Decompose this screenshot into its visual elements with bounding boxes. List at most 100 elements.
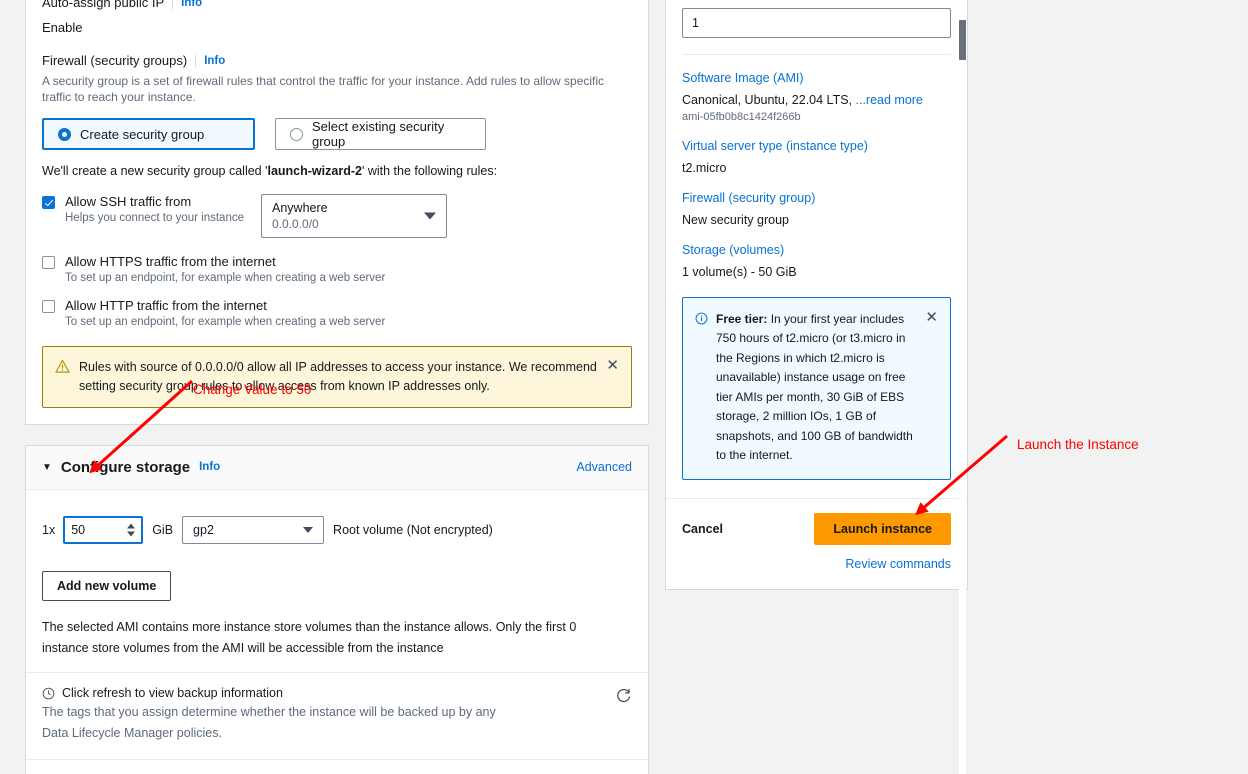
rule-allow-ssh: Allow SSH traffic from Helps you connect… — [42, 194, 632, 239]
refresh-icon[interactable] — [615, 688, 632, 705]
storage-summary-field: Storage (volumes) 1 volume(s) - 50 GiB — [682, 243, 951, 279]
checkbox-allow-ssh[interactable] — [42, 196, 55, 210]
rule-allow-ssh-text: Allow SSH traffic from Helps you connect… — [65, 194, 261, 238]
sg-name: launch-wizard-2 — [267, 164, 362, 179]
volume-size-input[interactable]: 50 — [63, 515, 144, 544]
network-settings-panel: Auto-assign public IP Info Enable Firewa… — [25, 0, 649, 425]
advanced-link[interactable]: Advanced — [576, 460, 632, 474]
backup-information-row: Click refresh to view backup information… — [42, 673, 632, 745]
backup-title-row: Click refresh to view backup information — [42, 686, 615, 700]
configure-storage-body: 1x 50 GiB gp2 Root volume (Not encrypted… — [26, 490, 648, 774]
add-new-volume-button[interactable]: Add new volume — [42, 570, 172, 601]
firewall-info-link[interactable]: Info — [204, 55, 225, 67]
instance-type-field: Virtual server type (instance type) t2.m… — [682, 139, 951, 175]
rule-allow-https-text: Allow HTTPS traffic from the internet To… — [65, 254, 385, 284]
ssh-source-select[interactable]: Anywhere 0.0.0.0/0 — [261, 194, 447, 239]
launch-instance-button[interactable]: Launch instance — [814, 512, 951, 545]
tile-create-security-group-label: Create security group — [80, 126, 205, 142]
configure-storage-header[interactable]: ▼ Configure storage Info Advanced — [26, 445, 648, 490]
summary-footer-buttons: Cancel Launch instance — [682, 512, 951, 545]
summary-scrollbar-thumb[interactable] — [959, 20, 966, 60]
free-tier-callout: Free tier: In your first year includes 7… — [682, 297, 951, 480]
sg-note-suffix: ' with the following rules: — [361, 164, 498, 179]
security-group-warning-alert: Rules with source of 0.0.0.0/0 allow all… — [42, 346, 632, 408]
sg-note-prefix: We'll create a new security group called… — [42, 164, 268, 179]
cancel-button[interactable]: Cancel — [682, 522, 723, 536]
firewall-label: Firewall (security groups) — [42, 53, 188, 68]
security-group-name-note: We'll create a new security group called… — [42, 164, 632, 178]
rule-allow-http: Allow HTTP traffic from the internet To … — [42, 298, 632, 328]
chevron-down-icon[interactable]: ▼ — [42, 462, 52, 473]
tile-select-existing-label: Select existing security group — [312, 119, 445, 150]
backup-title-text: Click refresh to view backup information — [62, 686, 283, 701]
free-tier-body: In your first year includes 750 hours of… — [716, 312, 913, 463]
volume-type-value: gp2 — [193, 522, 214, 537]
volume-size-unit: GiB — [152, 522, 174, 537]
review-commands-wrap: Review commands — [682, 555, 951, 573]
left-column: Auto-assign public IP Info Enable Firewa… — [25, 0, 649, 774]
summary-scrollbar-track[interactable] — [959, 0, 966, 774]
tile-create-security-group[interactable]: Create security group — [42, 118, 255, 151]
ec2-launch-instance-screen: Auto-assign public IP Info Enable Firewa… — [0, 0, 1248, 774]
warning-icon — [55, 360, 70, 374]
divider — [172, 0, 174, 9]
root-volume-label: Root volume (Not encrypted) — [333, 522, 493, 537]
backup-info-text: Click refresh to view backup information… — [42, 686, 615, 745]
software-image-field: Software Image (AMI) Canonical, Ubuntu, … — [682, 71, 951, 123]
summary-column: Number of instances Info 1 Software Imag… — [665, 0, 968, 590]
radio-unselected-icon — [290, 127, 303, 141]
backup-subtitle-line2: Data Lifecycle Manager policies. — [42, 726, 222, 741]
summary-body: Number of instances Info 1 Software Imag… — [666, 0, 967, 498]
free-tier-bold: Free tier: — [716, 312, 768, 326]
warning-alert-text: Rules with source of 0.0.0.0/0 allow all… — [79, 360, 597, 394]
software-image-value-row: Canonical, Ubuntu, 22.04 LTS, ...read mo… — [682, 93, 951, 107]
root-volume-row: 1x 50 GiB gp2 Root volume (Not encrypted… — [42, 515, 632, 544]
auto-assign-public-ip-value: Enable — [42, 20, 83, 35]
close-icon[interactable]: ✕ — [606, 358, 619, 373]
clock-icon — [42, 687, 55, 699]
rule-allow-https-title: Allow HTTPS traffic from the internet — [65, 254, 276, 270]
add-volume-wrap: Add new volume — [42, 570, 632, 601]
storage-summary-link[interactable]: Storage (volumes) — [682, 243, 951, 257]
ami-id: ami-05fb0b8c1424f266b — [682, 111, 801, 123]
free-tier-text: Free tier: In your first year includes 7… — [716, 310, 919, 466]
volume-size-value: 50 — [71, 522, 86, 537]
close-icon[interactable]: ✕ — [925, 310, 938, 325]
configure-storage-title: Configure storage — [60, 458, 191, 476]
ami-instance-store-hint: The selected AMI contains more instance … — [42, 619, 577, 655]
chevron-down-icon — [424, 212, 436, 220]
review-commands-link[interactable]: Review commands — [845, 557, 951, 571]
info-icon — [695, 312, 708, 325]
divider — [682, 54, 951, 55]
number-of-instances-input[interactable]: 1 — [682, 8, 951, 38]
rule-allow-http-subtitle: To set up an endpoint, for example when … — [65, 316, 386, 329]
read-more-link[interactable]: ...read more — [856, 93, 923, 107]
annotation-change-value: Change Value to 50 — [193, 382, 312, 397]
number-of-instances-value: 1 — [692, 16, 699, 30]
radio-selected-icon — [58, 127, 71, 141]
auto-assign-info-link[interactable]: Info — [181, 0, 202, 9]
summary-footer: Cancel Launch instance Review commands — [666, 497, 967, 589]
auto-assign-public-ip-field: Auto-assign public IP Info — [42, 0, 632, 10]
volume-size-stepper[interactable] — [127, 523, 136, 537]
number-of-instances-field: Number of instances Info 1 — [682, 0, 951, 38]
software-image-value: Canonical, Ubuntu, 22.04 LTS, — [682, 93, 856, 107]
rule-allow-http-title: Allow HTTP traffic from the internet — [65, 298, 267, 314]
divider — [195, 54, 197, 67]
instance-type-link[interactable]: Virtual server type (instance type) — [682, 139, 951, 153]
stepper-up-icon[interactable] — [127, 523, 136, 529]
backup-subtitle-line1: The tags that you assign determine wheth… — [42, 705, 496, 720]
rule-allow-https: Allow HTTPS traffic from the internet To… — [42, 254, 632, 284]
volume-type-select[interactable]: gp2 — [182, 515, 325, 544]
configure-storage-info-link[interactable]: Info — [199, 461, 220, 473]
firewall-summary-link[interactable]: Firewall (security group) — [682, 191, 951, 205]
checkbox-allow-https[interactable] — [42, 256, 55, 270]
software-image-link[interactable]: Software Image (AMI) — [682, 71, 951, 85]
firewall-field-header: Firewall (security groups) Info — [42, 53, 632, 68]
tile-select-existing-security-group[interactable]: Select existing security group — [275, 118, 486, 151]
stepper-down-icon[interactable] — [127, 531, 136, 537]
instance-type-value: t2.micro — [682, 161, 727, 175]
firewall-summary-field: Firewall (security group) New security g… — [682, 191, 951, 227]
checkbox-allow-http[interactable] — [42, 300, 55, 314]
annotation-launch-instance: Launch the Instance — [1017, 437, 1139, 452]
